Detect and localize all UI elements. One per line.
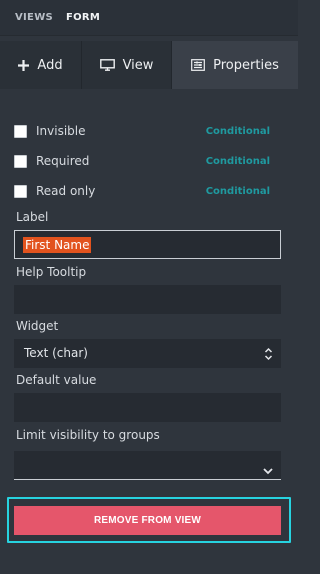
chevron-down-icon <box>263 460 273 479</box>
label-input[interactable]: First Name <box>14 230 281 259</box>
readonly-checkbox[interactable] <box>14 184 27 198</box>
remove-from-view-button[interactable]: REMOVE FROM VIEW <box>14 506 281 535</box>
top-bar: VIEWS FORM <box>0 0 298 36</box>
required-conditional-link[interactable]: Conditional <box>206 156 270 167</box>
breadcrumb-form[interactable]: FORM <box>66 12 100 23</box>
groups-select[interactable] <box>14 451 281 480</box>
tab-add[interactable]: Add <box>0 41 82 89</box>
default-value-title: Default value <box>16 373 97 387</box>
widget-select-value: Text (char) <box>24 346 88 360</box>
required-row: Required Conditional <box>14 153 284 169</box>
plus-icon <box>18 59 30 71</box>
tab-properties[interactable]: Properties <box>172 41 298 89</box>
invisible-row: Invisible Conditional <box>14 123 284 139</box>
readonly-conditional-link[interactable]: Conditional <box>206 186 270 197</box>
invisible-checkbox[interactable] <box>14 124 27 138</box>
up-down-chevron-icon <box>264 346 273 365</box>
properties-icon <box>191 59 206 71</box>
label-field-title: Label <box>16 210 49 224</box>
widget-title: Widget <box>16 319 59 333</box>
default-value-input[interactable] <box>14 393 281 422</box>
help-tooltip-input[interactable] <box>14 285 281 314</box>
help-tooltip-title: Help Tooltip <box>16 265 87 279</box>
panel-bottom <box>0 565 298 574</box>
readonly-row: Read only Conditional <box>14 183 284 199</box>
required-checkbox[interactable] <box>14 154 27 168</box>
tab-view[interactable]: View <box>82 41 172 89</box>
breadcrumb-views[interactable]: VIEWS <box>15 12 53 23</box>
tab-bar: Add View Properties <box>0 41 298 89</box>
monitor-icon <box>99 59 115 71</box>
tab-add-label: Add <box>37 57 63 73</box>
tab-properties-label: Properties <box>213 57 279 73</box>
required-label: Required <box>36 154 90 168</box>
groups-title: Limit visibility to groups <box>16 428 160 442</box>
readonly-label: Read only <box>36 184 96 198</box>
invisible-conditional-link[interactable]: Conditional <box>206 126 270 137</box>
tab-view-label: View <box>122 57 154 73</box>
label-input-value: First Name <box>23 237 92 253</box>
widget-select[interactable]: Text (char) <box>14 339 281 368</box>
invisible-label: Invisible <box>36 124 86 138</box>
